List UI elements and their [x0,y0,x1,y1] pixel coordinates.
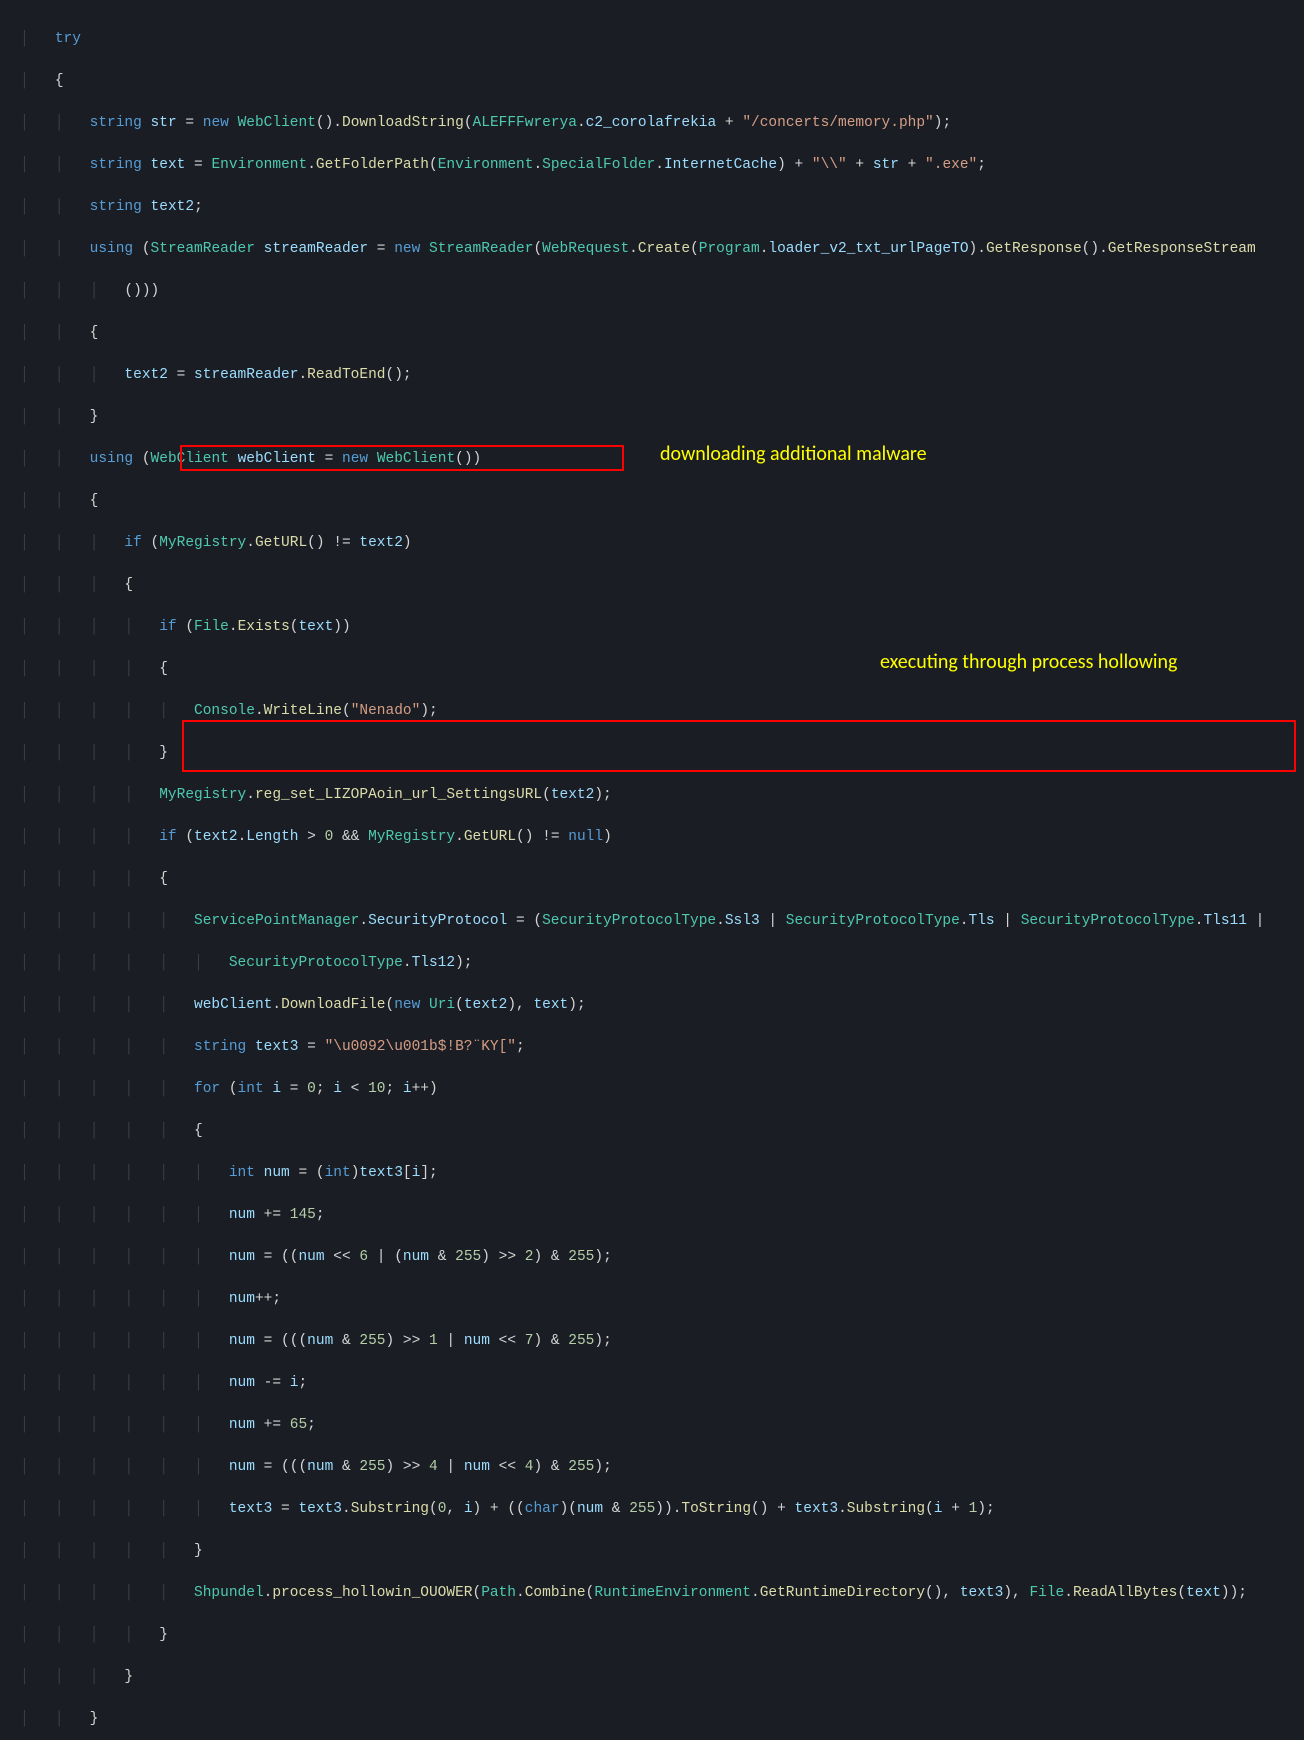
keyword-try: try [55,31,81,47]
code-editor[interactable]: │ try │ { │ │ string str = new WebClient… [0,0,1304,1740]
